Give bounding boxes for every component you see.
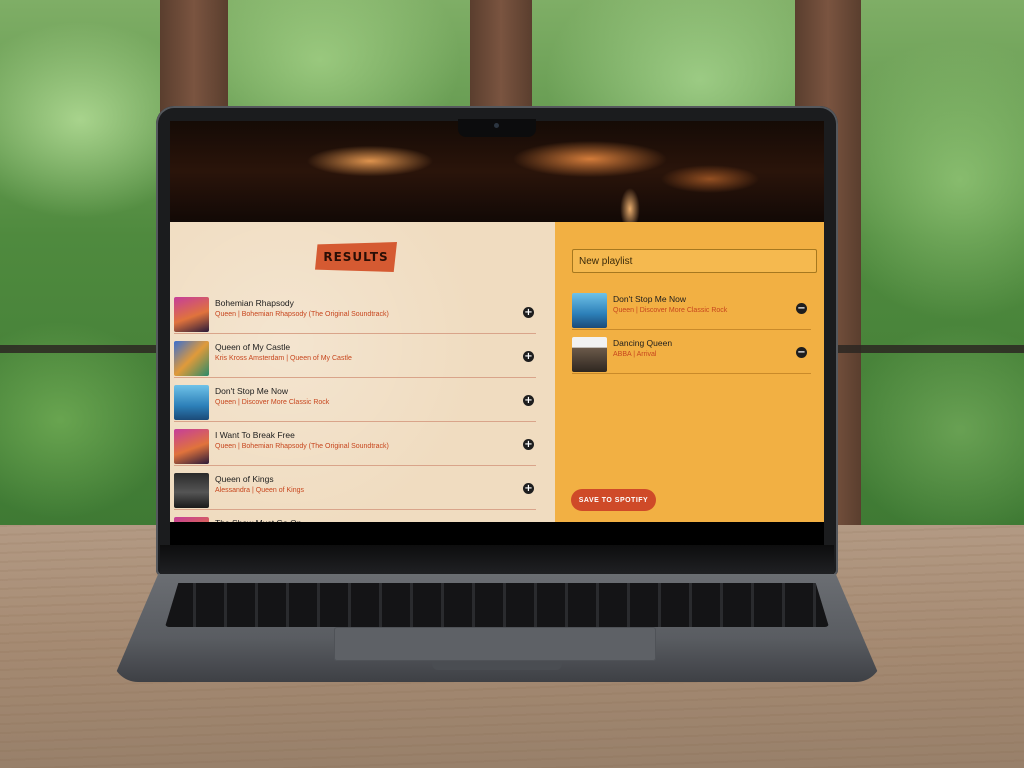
laptop-screen: RESULTS Bohemian Rhapsody Queen | Bohemia… (170, 121, 824, 545)
track-album: Discover More Classic Rock (639, 307, 728, 314)
album-cover (174, 429, 209, 464)
track-title: I Want To Break Free (215, 430, 295, 440)
track-artist: Queen (613, 307, 635, 314)
keyboard (165, 583, 829, 627)
add-track-button[interactable]: + (523, 351, 534, 362)
album-cover (174, 297, 209, 332)
track-row: Queen of Kings Alessandra | Queen of King… (174, 466, 536, 510)
track-row: The Show Must Go OnQueen+ (174, 510, 536, 522)
track-artist: Kris Kross Amsterdam (215, 355, 285, 362)
add-icon: + (524, 439, 533, 450)
track-title: Don't Stop Me Now (215, 386, 288, 396)
track-title: Queen of My Castle (215, 342, 291, 352)
track-row: Don't Stop Me Now Queen | Discover More C… (572, 286, 811, 330)
track-artist-album: Queen | Discover More Classic Rock (613, 307, 727, 314)
track-artist-album: Queen | Bohemian Rhapsody (The Original … (215, 311, 389, 318)
album-cover (572, 337, 607, 372)
results-heading: RESULTS (315, 242, 397, 272)
add-icon: + (524, 483, 533, 494)
album-cover (174, 385, 209, 420)
results-list: Bohemian Rhapsody Queen | Bohemian Rhapso… (174, 290, 536, 522)
album-cover (572, 293, 607, 328)
remove-icon: − (797, 303, 806, 314)
track-artist: Queen (215, 443, 237, 450)
add-track-button[interactable]: + (523, 439, 534, 450)
remove-icon: − (797, 347, 806, 358)
add-track-button[interactable]: + (523, 395, 534, 406)
laptop-hinge (160, 545, 834, 575)
results-panel: RESULTS Bohemian Rhapsody Queen | Bohemia… (170, 222, 555, 522)
track-album: Queen of My Castle (289, 355, 352, 362)
album-cover (174, 341, 209, 376)
playlist-panel: Don't Stop Me Now Queen | Discover More C… (555, 222, 824, 522)
laptop-base-lip (432, 662, 562, 670)
trackpad (334, 627, 656, 661)
track-title: Don't Stop Me Now (613, 294, 686, 304)
add-track-button[interactable]: + (523, 483, 534, 494)
add-track-button[interactable]: + (523, 307, 534, 318)
track-title: Dancing Queen (613, 338, 673, 348)
track-artist: ABBA (613, 351, 632, 358)
playlist-name-input[interactable] (572, 249, 817, 273)
save-to-spotify-button[interactable]: SAVE TO SPOTIFY (571, 489, 656, 511)
track-title: Queen of Kings (215, 474, 274, 484)
track-row: Dancing Queen ABBA | Arrival − (572, 330, 811, 374)
screen-bezel-bottom (170, 522, 824, 545)
track-row: Don't Stop Me Now Queen | Discover More C… (174, 378, 536, 422)
track-artist: Queen (215, 311, 237, 318)
track-title: Bohemian Rhapsody (215, 298, 294, 308)
track-album: Bohemian Rhapsody (The Original Soundtra… (241, 311, 389, 318)
track-artist: Alessandra (215, 487, 251, 494)
camera-icon (494, 123, 499, 128)
track-row: Queen of My Castle Kris Kross Amsterdam |… (174, 334, 536, 378)
remove-track-button[interactable]: − (796, 303, 807, 314)
track-row: Bohemian Rhapsody Queen | Bohemian Rhapso… (174, 290, 536, 334)
track-album: Bohemian Rhapsody (The Original Soundtra… (241, 443, 389, 450)
track-album: Discover More Classic Rock (241, 399, 330, 406)
track-artist-album: ABBA | Arrival (613, 351, 656, 358)
track-artist-album: Alessandra | Queen of Kings (215, 487, 304, 494)
album-cover (174, 473, 209, 508)
track-artist-album: Queen | Bohemian Rhapsody (The Original … (215, 443, 389, 450)
track-album: Queen of Kings (255, 487, 305, 494)
track-row: I Want To Break Free Queen | Bohemian Rha… (174, 422, 536, 466)
track-artist-album: Queen | Discover More Classic Rock (215, 399, 329, 406)
track-artist: Queen (215, 399, 237, 406)
track-album: Arrival (636, 351, 657, 358)
add-icon: + (524, 395, 533, 406)
playlist-tracks: Don't Stop Me Now Queen | Discover More C… (572, 286, 811, 374)
camera-notch (458, 119, 536, 137)
add-icon: + (524, 307, 533, 318)
remove-track-button[interactable]: − (796, 347, 807, 358)
track-artist-album: Kris Kross Amsterdam | Queen of My Castl… (215, 355, 352, 362)
add-icon: + (524, 351, 533, 362)
